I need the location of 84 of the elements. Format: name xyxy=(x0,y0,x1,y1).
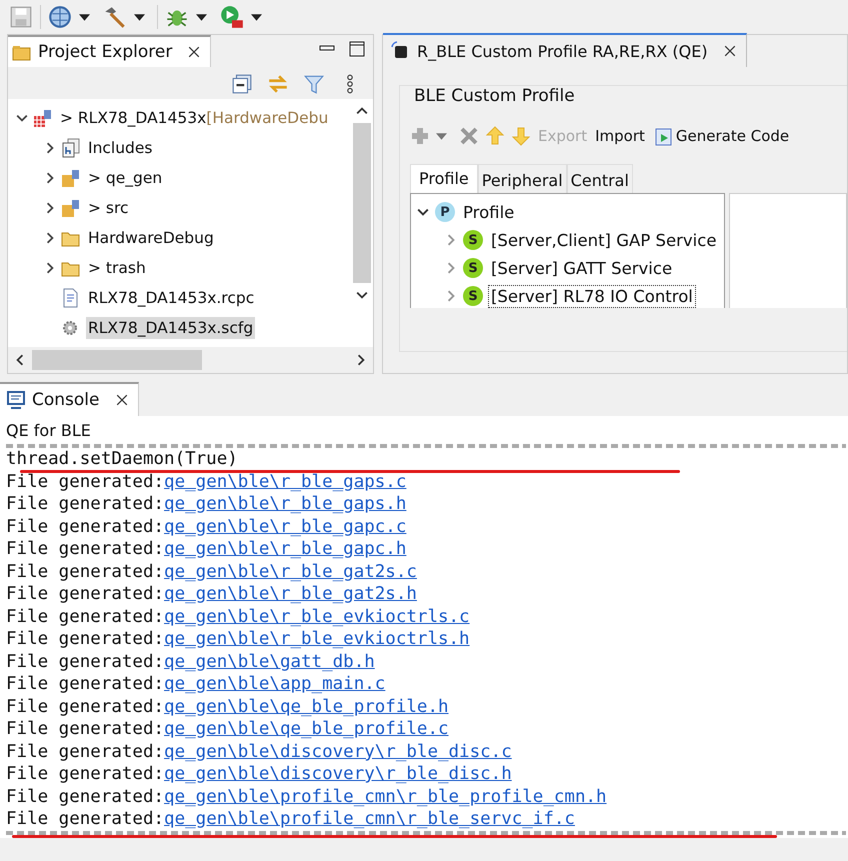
tree-item[interactable]: > qe_gen xyxy=(86,167,164,189)
tree-item[interactable]: [Server,Client] GAP Service xyxy=(489,230,718,250)
maximize-icon[interactable] xyxy=(349,41,365,57)
file-link[interactable]: qe_gen\ble\r_ble_gapc.c xyxy=(164,516,406,538)
source-folder-icon xyxy=(61,198,81,218)
console-line: File generated: xyxy=(6,493,164,516)
close-icon[interactable] xyxy=(116,394,128,406)
tree-item[interactable]: Profile xyxy=(461,202,516,222)
globe-icon[interactable] xyxy=(47,4,73,30)
tree-item[interactable]: > RLX78_DA1453x[HardwareDebu xyxy=(58,107,330,129)
close-icon[interactable] xyxy=(188,46,200,58)
file-link[interactable]: qe_gen\ble\app_main.c xyxy=(164,673,386,696)
file-link[interactable]: qe_gen\ble\r_ble_evkioctrls.h xyxy=(164,628,470,650)
view-tab[interactable]: Project Explorer xyxy=(8,35,212,67)
scroll-right-icon[interactable] xyxy=(355,354,367,366)
profile-tab[interactable]: Profile xyxy=(410,164,478,193)
console-line: File generated: xyxy=(6,808,164,830)
close-icon[interactable] xyxy=(724,45,736,57)
file-link[interactable]: qe_gen\ble\profile_cmn\r_ble_profile_cmn.h xyxy=(164,786,607,808)
editor-tab[interactable]: R_BLE Custom Profile RA,RE,RX (QE) xyxy=(383,33,747,67)
tree-item[interactable]: [Server] RL78 IO Control xyxy=(489,286,695,306)
console-line: File generated: xyxy=(6,718,164,740)
source-folder-icon xyxy=(61,168,81,188)
caret-icon[interactable] xyxy=(196,14,207,20)
save-icon[interactable] xyxy=(8,4,34,30)
horizontal-scrollbar[interactable] xyxy=(8,347,373,373)
console-line: File generated: xyxy=(6,786,164,808)
scroll-up-icon[interactable] xyxy=(356,105,368,117)
view-tab[interactable]: Console xyxy=(0,382,138,416)
caret-icon[interactable] xyxy=(79,14,90,20)
file-link[interactable]: qe_gen\ble\r_ble_gat2s.h xyxy=(164,583,417,606)
console-line: File generated: xyxy=(6,696,164,718)
run-icon[interactable] xyxy=(219,4,245,30)
console-line: File generated: xyxy=(6,538,164,560)
console-line: File generated: xyxy=(6,763,164,786)
tree-item[interactable]: HardwareDebug xyxy=(86,227,216,249)
tree-item[interactable]: Includes xyxy=(86,137,154,159)
console-line: File generated: xyxy=(6,740,164,763)
caret-icon[interactable] xyxy=(134,14,145,20)
generate-icon xyxy=(652,126,673,146)
file-link[interactable]: qe_gen\ble\r_ble_evkioctrls.c xyxy=(164,606,470,628)
scroll-down-icon[interactable] xyxy=(356,289,368,301)
tree-item[interactable]: RLX78_DA1453x.scfg xyxy=(86,317,256,339)
file-link[interactable]: qe_gen\ble\gatt_db.h xyxy=(164,650,375,673)
tree-item[interactable]: [Server] GATT Service xyxy=(489,258,674,278)
console-line: File generated: xyxy=(6,516,164,538)
profile-tab[interactable]: Peripheral xyxy=(478,164,567,193)
includes-icon xyxy=(61,138,81,158)
tree-item[interactable]: RLX78_DA1453x.rcpc xyxy=(86,287,256,309)
import-button[interactable]: Import xyxy=(594,127,646,145)
caret-icon[interactable] xyxy=(251,14,262,20)
file-link[interactable]: qe_gen\ble\qe_ble_profile.h xyxy=(164,696,449,718)
file-link[interactable]: qe_gen\ble\qe_ble_profile.c xyxy=(164,718,449,740)
node-badge: P xyxy=(435,202,455,222)
file-link[interactable]: qe_gen\ble\discovery\r_ble_disc.h xyxy=(164,763,512,786)
file-link[interactable]: qe_gen\ble\r_ble_gaps.h xyxy=(164,493,406,516)
monitor-icon xyxy=(6,390,26,410)
collapse-all-icon[interactable] xyxy=(231,73,253,95)
console-line: thread.setDaemon(True) xyxy=(6,448,239,470)
node-badge: S xyxy=(463,286,483,306)
file-link[interactable]: qe_gen\ble\r_ble_gaps.c xyxy=(164,470,406,493)
console-line: File generated: xyxy=(6,650,164,673)
filter-icon[interactable] xyxy=(303,73,325,95)
tab-label: Console xyxy=(32,390,100,410)
node-badge: S xyxy=(463,258,483,278)
console-line: File generated: xyxy=(6,606,164,628)
file-link[interactable]: qe_gen\ble\profile_cmn\r_ble_servc_if.c xyxy=(164,808,575,830)
console-line: File generated: xyxy=(6,583,164,606)
generate-code-button[interactable]: Generate Code xyxy=(652,126,790,146)
file-link[interactable]: qe_gen\ble\r_ble_gat2s.c xyxy=(164,560,417,583)
file-link[interactable]: qe_gen\ble\r_ble_gapc.h xyxy=(164,538,406,560)
tree-item[interactable]: > src xyxy=(86,197,131,219)
console-line: File generated: xyxy=(6,673,164,696)
file-link[interactable]: qe_gen\ble\discovery\r_ble_disc.c xyxy=(164,740,512,763)
scroll-left-icon[interactable] xyxy=(14,354,26,366)
project-icon xyxy=(33,108,53,128)
console-line: File generated: xyxy=(6,470,164,493)
node-badge: S xyxy=(463,230,483,250)
tab-label: R_BLE Custom Profile RA,RE,RX (QE) xyxy=(417,42,708,60)
console-line: File generated: xyxy=(6,560,164,583)
console-line: File generated: xyxy=(6,628,164,650)
tab-label: Project Explorer xyxy=(38,42,172,62)
profile-tab[interactable]: Central xyxy=(566,164,633,193)
tree-item[interactable]: > trash xyxy=(86,257,148,279)
